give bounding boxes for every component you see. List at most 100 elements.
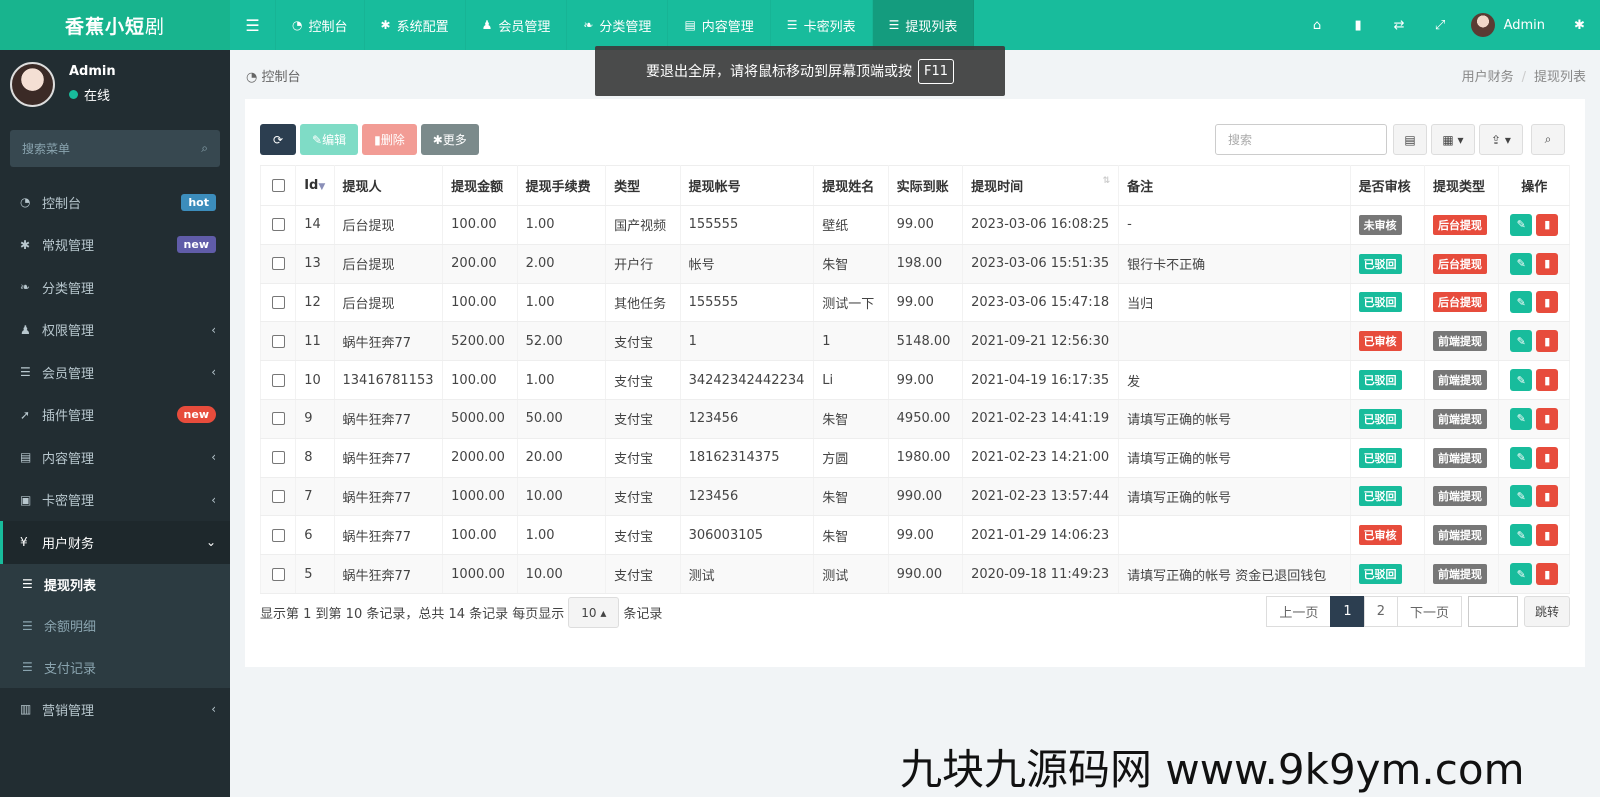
edit-row-button[interactable]: ✎: [1510, 330, 1533, 353]
delete-row-button[interactable]: ▮: [1536, 252, 1559, 275]
row-checkbox[interactable]: [271, 257, 285, 271]
column-header: 是否审核: [1350, 165, 1426, 206]
sidebar-item-6[interactable]: ➚ 插件管理 new: [0, 394, 230, 437]
row-checkbox[interactable]: [271, 451, 285, 465]
select-all-checkbox[interactable]: [271, 179, 285, 192]
column-header[interactable]: 提现时间 ⇅: [962, 165, 1120, 206]
admin-user-menu[interactable]: Admin: [1461, 13, 1559, 37]
page-button-2[interactable]: 2: [1363, 596, 1398, 627]
prev-page-button[interactable]: 上一页: [1266, 596, 1332, 627]
sidebar-subitem-3[interactable]: ☰ 支付记录: [0, 647, 230, 689]
delete-row-button[interactable]: ▮: [1536, 446, 1559, 469]
row-checkbox-cell[interactable]: [259, 554, 297, 594]
row-checkbox-cell[interactable]: [259, 477, 297, 517]
top-tab-1[interactable]: ◔ 控制台: [276, 0, 365, 50]
translate-icon[interactable]: ⇄: [1379, 18, 1420, 33]
sidebar-item-label: 常规管理: [42, 239, 95, 255]
delete-row-button[interactable]: ▮: [1536, 330, 1559, 353]
edit-row-button[interactable]: ✎: [1510, 252, 1533, 275]
edit-row-button[interactable]: ✎: [1510, 291, 1533, 314]
row-checkbox[interactable]: [271, 412, 285, 426]
breadcrumb-parent[interactable]: 用户财务: [1462, 70, 1514, 85]
search-icon[interactable]: ⌕: [201, 141, 208, 156]
refresh-button[interactable]: ⟳: [260, 124, 296, 155]
column-header-label: 提现帐号: [688, 180, 741, 195]
sidebar-item-4[interactable]: ♟ 权限管理 ‹: [0, 309, 230, 352]
page-jump-input[interactable]: [1467, 596, 1518, 627]
row-checkbox-cell[interactable]: [259, 244, 297, 284]
delete-row-button[interactable]: ▮: [1536, 291, 1559, 314]
app-logo[interactable]: 香蕉小短剧: [0, 0, 230, 50]
delete-row-button[interactable]: ▮: [1536, 524, 1559, 547]
row-checkbox[interactable]: [271, 528, 285, 542]
page-jump-button[interactable]: 跳转: [1523, 596, 1570, 627]
row-checkbox-cell[interactable]: [259, 360, 297, 400]
sidebar-item-3[interactable]: ❧ 分类管理: [0, 266, 230, 309]
page-button-1[interactable]: 1: [1330, 596, 1365, 627]
sidebar-search-input[interactable]: 搜索菜单 ⌕: [10, 130, 220, 167]
top-tab-4[interactable]: ❧ 分类管理: [567, 0, 669, 50]
row-checkbox-cell[interactable]: [259, 399, 297, 439]
row-checkbox-cell[interactable]: [259, 205, 297, 245]
column-header[interactable]: Id▼: [295, 165, 335, 206]
row-checkbox[interactable]: [271, 295, 285, 309]
row-checkbox-cell[interactable]: [259, 515, 297, 556]
delete-row-button[interactable]: ▮: [1536, 407, 1559, 430]
row-checkbox[interactable]: [271, 489, 285, 503]
fullscreen-icon[interactable]: ⤢: [1420, 18, 1461, 33]
sidebar-item-9[interactable]: ¥ 用户财务 ⌄: [0, 521, 230, 564]
breadcrumb-home[interactable]: ◔ 控制台: [246, 66, 301, 85]
gears-icon[interactable]: ✱: [1559, 18, 1600, 33]
table-search-input[interactable]: 搜索: [1215, 124, 1387, 155]
delete-row-button[interactable]: ▮: [1536, 563, 1559, 586]
edit-row-button[interactable]: ✎: [1510, 213, 1533, 236]
sidebar-toggle-button[interactable]: ☰: [230, 0, 276, 50]
row-checkbox[interactable]: [271, 567, 285, 581]
trash-icon[interactable]: ▮: [1338, 18, 1379, 33]
row-checkbox-cell[interactable]: [259, 438, 297, 478]
select-all-checkbox-cell[interactable]: [259, 165, 297, 206]
export-button[interactable]: ⇪ ▾: [1479, 124, 1523, 155]
home-icon[interactable]: ⌂: [1297, 18, 1338, 33]
row-checkbox[interactable]: [271, 334, 285, 348]
edit-row-button[interactable]: ✎: [1510, 485, 1533, 508]
sidebar-item-8[interactable]: ▣ 卡密管理 ‹: [0, 479, 230, 522]
sidebar-item-1[interactable]: ◔ 控制台 hot: [0, 181, 230, 224]
sort-desc-icon[interactable]: ▼: [318, 182, 325, 192]
edit-row-button[interactable]: ✎: [1510, 563, 1533, 586]
advanced-search-button[interactable]: ⌕: [1531, 124, 1565, 155]
top-tab-6[interactable]: ☰ 卡密列表: [771, 0, 873, 50]
sidebar-item-7[interactable]: ▤ 内容管理 ‹: [0, 436, 230, 479]
row-checkbox-cell[interactable]: [259, 283, 297, 323]
cell-account: 34242342442234: [680, 360, 815, 400]
top-tab-2[interactable]: ✱ 系统配置: [365, 0, 466, 50]
sidebar-item-marketing[interactable]: ▥ 营销管理 ‹: [0, 688, 230, 731]
top-tab-5[interactable]: ▤ 内容管理: [668, 0, 771, 50]
cell-remark: 请填写正确的帐号 资金已退回钱包: [1118, 554, 1351, 594]
row-checkbox-cell[interactable]: [259, 321, 297, 362]
next-page-button[interactable]: 下一页: [1396, 596, 1462, 627]
sidebar-subitem-2[interactable]: ☰ 余额明细: [0, 605, 230, 647]
toggle-view-button[interactable]: ▤: [1393, 124, 1427, 155]
top-tab-7[interactable]: ☰ 提现列表: [872, 0, 975, 50]
edit-row-button[interactable]: ✎: [1510, 407, 1533, 430]
edit-row-button[interactable]: ✎: [1510, 369, 1533, 392]
columns-button[interactable]: ▦ ▾: [1431, 124, 1475, 155]
sidebar-item-2[interactable]: ✱ 常规管理 new: [0, 224, 230, 267]
sidebar-submenu: ☰ 提现列表 ☰ 余额明细 ☰ 支付记录: [0, 563, 230, 689]
delete-row-button[interactable]: ▮: [1536, 369, 1559, 392]
row-checkbox[interactable]: [271, 218, 285, 232]
row-checkbox[interactable]: [271, 373, 285, 387]
more-button[interactable]: ✱ 更多: [420, 124, 479, 155]
delete-row-button[interactable]: ▮: [1536, 213, 1559, 236]
sidebar-item-5[interactable]: ☰ 会员管理 ‹: [0, 351, 230, 394]
edit-row-button[interactable]: ✎: [1510, 524, 1533, 547]
edit-row-button[interactable]: ✎: [1510, 446, 1533, 469]
edit-button[interactable]: ✎ 编辑: [300, 124, 359, 155]
delete-row-button[interactable]: ▮: [1536, 485, 1559, 508]
sidebar-subitem-1[interactable]: ☰ 提现列表: [0, 564, 230, 606]
top-tab-3[interactable]: ♟ 会员管理: [466, 0, 568, 50]
sort-icon[interactable]: ⇅: [1103, 176, 1111, 186]
delete-button[interactable]: ▮ 删除: [362, 124, 417, 155]
page-size-select[interactable]: 10 ▴: [568, 597, 620, 628]
